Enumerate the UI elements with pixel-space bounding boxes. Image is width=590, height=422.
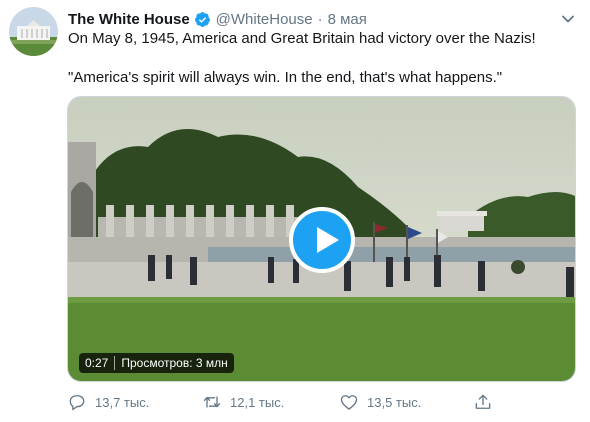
tweet-text-line-1: On May 8, 1945, America and Great Britai… bbox=[68, 30, 536, 47]
like-button[interactable]: 13,5 тыс. bbox=[339, 392, 421, 412]
reply-button[interactable]: 13,7 тыс. bbox=[67, 392, 149, 412]
header-separator: · bbox=[317, 10, 323, 28]
tweet-actions: 13,7 тыс. 12,1 тыс. 13,5 тыс. bbox=[67, 392, 497, 416]
reply-count: 13,7 тыс. bbox=[95, 394, 150, 410]
tweet-header: The White House @WhiteHouse · 8 мая bbox=[68, 9, 367, 29]
author-handle[interactable]: @WhiteHouse bbox=[216, 11, 313, 28]
tweet-time[interactable]: 8 мая bbox=[328, 11, 367, 28]
video-views: Просмотров: 3 млн bbox=[121, 356, 228, 370]
video-info-overlay: 0:27 Просмотров: 3 млн bbox=[79, 353, 234, 373]
like-count: 13,5 тыс. bbox=[367, 394, 422, 410]
retweet-count: 12,1 тыс. bbox=[230, 394, 285, 410]
reply-icon bbox=[69, 395, 85, 411]
white-house-avatar[interactable] bbox=[9, 7, 58, 56]
tweet[interactable]: The White House @WhiteHouse · 8 мая On M… bbox=[0, 0, 590, 422]
play-button[interactable] bbox=[289, 207, 355, 273]
retweet-button[interactable]: 12,1 тыс. bbox=[202, 392, 284, 412]
chevron-down-icon[interactable] bbox=[560, 11, 576, 27]
verified-badge-icon bbox=[194, 11, 210, 27]
play-icon bbox=[317, 227, 339, 253]
tweet-text-line-2: "America's spirit will always win. In th… bbox=[68, 69, 503, 86]
display-name[interactable]: The White House bbox=[68, 11, 190, 28]
video-duration: 0:27 bbox=[85, 356, 109, 370]
heart-icon bbox=[340, 395, 358, 410]
share-button[interactable] bbox=[473, 392, 501, 412]
retweet-icon bbox=[203, 396, 221, 408]
share-icon bbox=[475, 394, 491, 409]
video-player[interactable]: 0:27 Просмотров: 3 млн bbox=[67, 96, 576, 382]
